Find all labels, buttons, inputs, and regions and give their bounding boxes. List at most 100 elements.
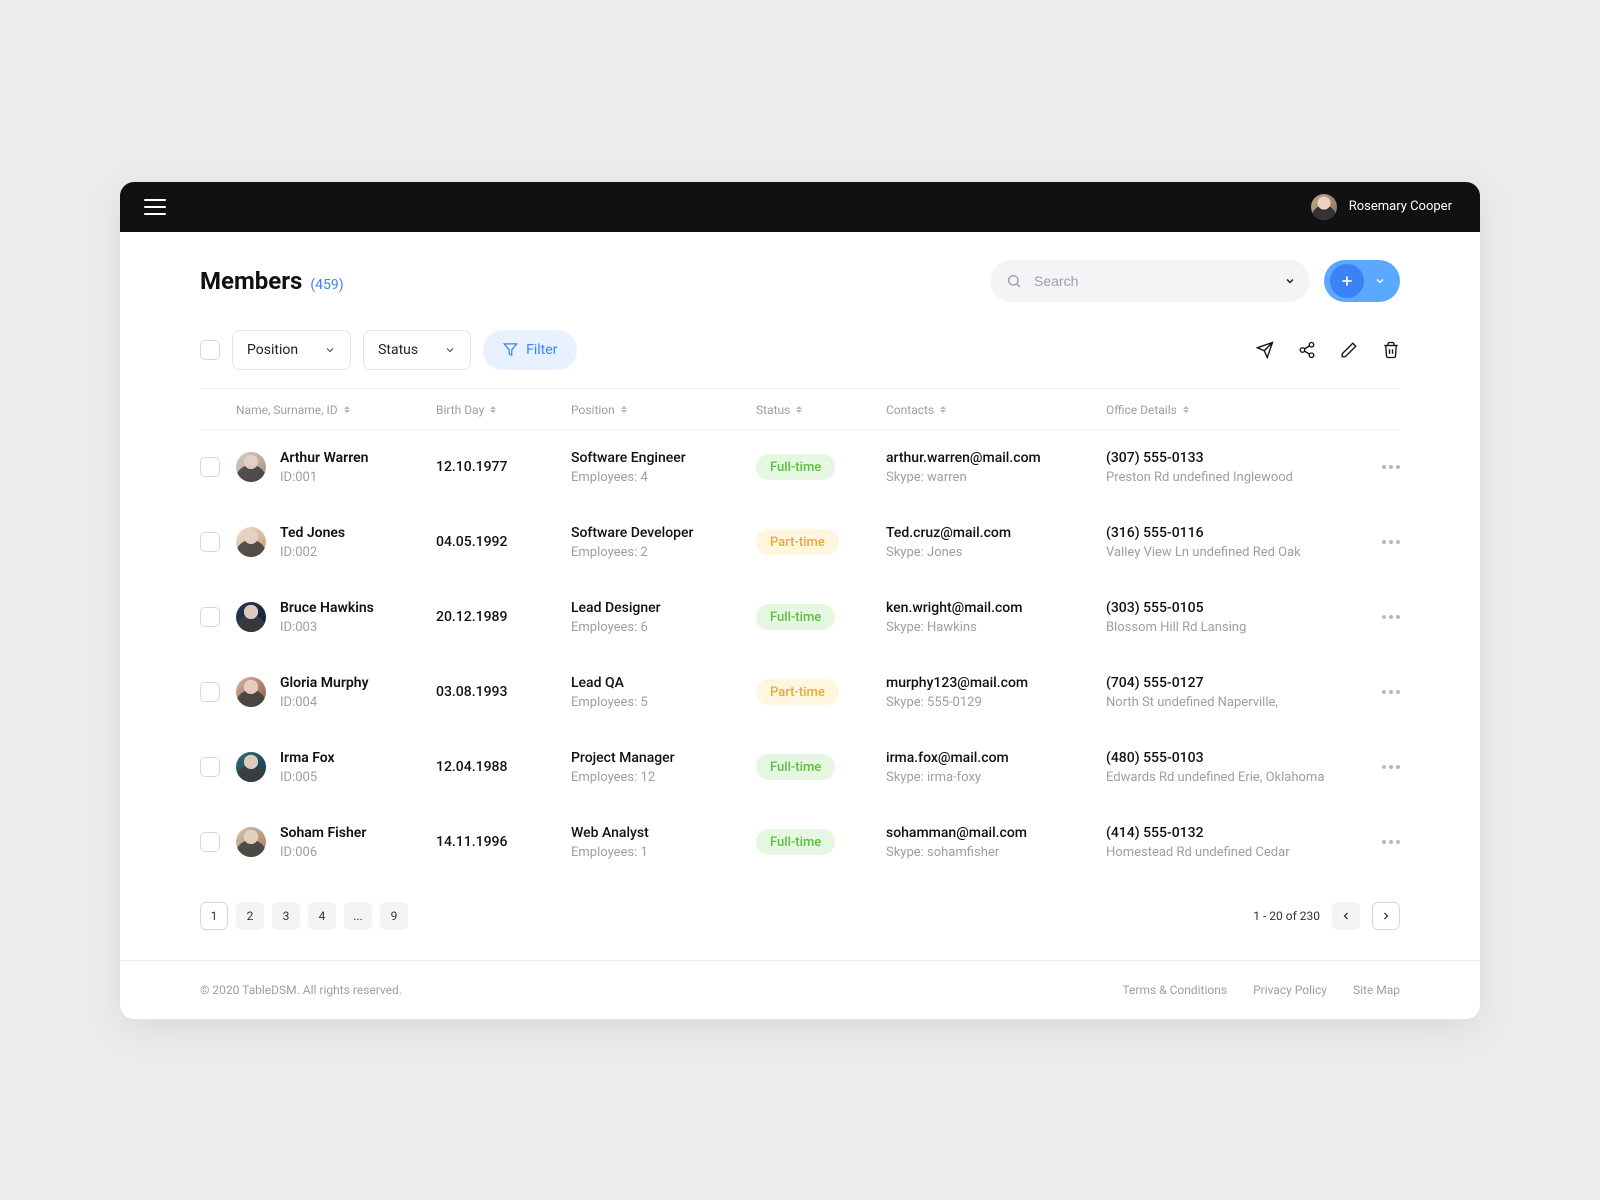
send-icon[interactable] [1256,341,1274,359]
status-badge: Full-time [756,754,835,780]
member-id: ID:003 [280,620,374,635]
page-button[interactable]: ... [344,902,372,930]
table-row: Ted Jones ID:002 04.05.1992 Software Dev… [200,505,1400,580]
status-select[interactable]: Status [363,330,471,370]
member-email: Ted.cruz@mail.com [886,525,1106,541]
member-name: Ted Jones [280,525,345,541]
member-id: ID:001 [280,470,368,485]
footer-link[interactable]: Terms & Conditions [1122,983,1227,997]
col-position[interactable]: Position [571,403,756,417]
filter-label: Filter [526,342,557,358]
member-birth: 12.04.1988 [436,759,571,775]
member-name: Gloria Murphy [280,675,369,691]
member-email: arthur.warren@mail.com [886,450,1106,466]
col-status[interactable]: Status [756,403,886,417]
member-position: Software Engineer [571,450,756,466]
position-label: Position [247,342,298,358]
next-page-button[interactable] [1372,902,1400,930]
member-birth: 20.12.1989 [436,609,571,625]
delete-icon[interactable] [1382,341,1400,359]
member-position: Web Analyst [571,825,756,841]
page-range: 1 - 20 of 230 [1253,909,1320,923]
row-checkbox[interactable] [200,757,220,777]
footer-link[interactable]: Site Map [1353,983,1400,997]
table-row: Irma Fox ID:005 12.04.1988 Project Manag… [200,730,1400,805]
member-skype: Skype: irma-foxy [886,770,1106,785]
member-phone: (704) 555-0127 [1106,675,1356,691]
table-row: Arthur Warren ID:001 12.10.1977 Software… [200,430,1400,505]
member-address: Homestead Rd undefined Cedar [1106,845,1356,860]
avatar [1311,194,1337,220]
member-email: ken.wright@mail.com [886,600,1106,616]
row-checkbox[interactable] [200,607,220,627]
member-phone: (303) 555-0105 [1106,600,1356,616]
user-profile[interactable]: Rosemary Cooper [1311,194,1452,220]
member-employees: Employees: 2 [571,545,756,560]
row-checkbox[interactable] [200,682,220,702]
row-checkbox[interactable] [200,832,220,852]
member-skype: Skype: Hawkins [886,620,1106,635]
page-button[interactable]: 3 [272,902,300,930]
search-icon [1006,273,1022,289]
menu-icon[interactable] [144,199,166,215]
footer: © 2020 TableDSM. All rights reserved. Te… [120,960,1480,1019]
avatar [236,677,266,707]
user-name: Rosemary Cooper [1349,199,1452,214]
page-button[interactable]: 1 [200,902,228,930]
member-id: ID:006 [280,845,366,860]
search-field[interactable] [990,260,1310,302]
member-skype: Skype: Jones [886,545,1106,560]
status-badge: Full-time [756,454,835,480]
col-name[interactable]: Name, Surname, ID [236,403,436,417]
avatar [236,602,266,632]
member-position: Lead Designer [571,600,756,616]
position-select[interactable]: Position [232,330,351,370]
member-phone: (316) 555-0116 [1106,525,1356,541]
status-badge: Full-time [756,604,835,630]
edit-icon[interactable] [1340,341,1358,359]
col-contacts[interactable]: Contacts [886,403,1106,417]
member-id: ID:005 [280,770,335,785]
col-birth[interactable]: Birth Day [436,403,571,417]
plus-icon [1330,264,1364,298]
search-dropdown[interactable] [1284,275,1296,287]
table-row: Bruce Hawkins ID:003 20.12.1989 Lead Des… [200,580,1400,655]
page-count: (459) [310,277,343,293]
filter-button[interactable]: Filter [483,330,577,370]
member-name: Arthur Warren [280,450,368,466]
row-more-button[interactable] [1356,840,1400,844]
status-badge: Full-time [756,829,835,855]
member-skype: Skype: 555-0129 [886,695,1106,710]
row-checkbox[interactable] [200,532,220,552]
row-checkbox[interactable] [200,457,220,477]
row-more-button[interactable] [1356,690,1400,694]
member-employees: Employees: 1 [571,845,756,860]
member-phone: (307) 555-0133 [1106,450,1356,466]
page-button[interactable]: 2 [236,902,264,930]
member-employees: Employees: 5 [571,695,756,710]
page-button[interactable]: 4 [308,902,336,930]
member-birth: 04.05.1992 [436,534,571,550]
status-badge: Part-time [756,679,839,705]
page-title: Members [200,267,302,295]
row-more-button[interactable] [1356,765,1400,769]
member-phone: (414) 555-0132 [1106,825,1356,841]
share-icon[interactable] [1298,341,1316,359]
page-button[interactable]: 9 [380,902,408,930]
app-window: Rosemary Cooper Members (459) [120,182,1480,1019]
row-more-button[interactable] [1356,615,1400,619]
status-label: Status [378,342,418,358]
filter-icon [503,342,518,357]
member-id: ID:004 [280,695,369,710]
add-button[interactable] [1324,260,1400,302]
action-icons [1256,341,1400,359]
col-office[interactable]: Office Details [1106,403,1356,417]
row-more-button[interactable] [1356,465,1400,469]
member-email: murphy123@mail.com [886,675,1106,691]
select-all-checkbox[interactable] [200,340,220,360]
member-birth: 03.08.1993 [436,684,571,700]
search-input[interactable] [1034,273,1264,289]
footer-link[interactable]: Privacy Policy [1253,983,1327,997]
row-more-button[interactable] [1356,540,1400,544]
prev-page-button[interactable] [1332,902,1360,930]
